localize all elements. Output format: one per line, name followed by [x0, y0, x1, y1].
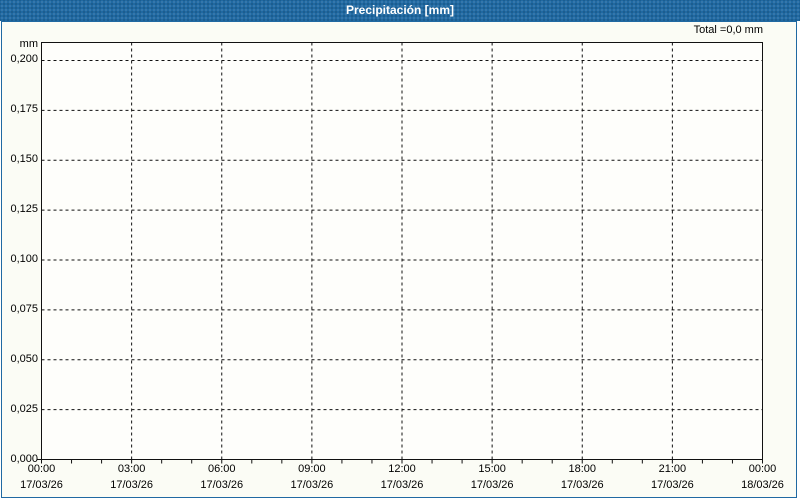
y-tick-label: 0,100 — [10, 252, 38, 265]
x-tick-date-label: 17/03/26 — [200, 479, 244, 491]
chart-content-area — [1, 21, 797, 498]
x-tick-time-label: 09:00 — [298, 463, 326, 475]
y-tick-label: 0,050 — [10, 352, 38, 365]
x-tick-date-label: 17/03/26 — [110, 479, 154, 491]
x-tick-time-label: 12:00 — [388, 463, 416, 475]
y-tick-label: 0,075 — [10, 302, 38, 315]
x-tick-time-label: 18:00 — [568, 463, 597, 475]
x-tick-date-label: 17/03/26 — [470, 479, 514, 491]
y-tick-label: 0,200 — [10, 53, 38, 66]
y-tick-label: 0,025 — [10, 402, 38, 415]
x-tick-date-label: 17/03/26 — [20, 479, 63, 491]
y-tick-label: 0,175 — [10, 103, 38, 116]
total-value-label: Total =0,0 mm — [693, 24, 763, 36]
y-axis-unit-label: mm — [19, 38, 38, 50]
x-tick-time-label: 15:00 — [478, 463, 506, 475]
x-tick-date-label: 17/03/26 — [290, 479, 334, 491]
y-tick-label: 0,150 — [10, 153, 38, 166]
x-tick-time-label: 00:00 — [27, 463, 56, 475]
y-tick-label: 0,125 — [10, 203, 38, 216]
x-tick-date-label: 17/03/26 — [380, 479, 424, 491]
x-tick-time-label: 21:00 — [658, 463, 687, 475]
window-title-bar: Precipitación [mm] — [0, 0, 800, 21]
x-tick-time-label: 00:00 — [748, 463, 777, 475]
page-title: Precipitación [mm] — [345, 3, 455, 17]
x-tick-time-label: 03:00 — [117, 463, 146, 475]
x-tick-date-label: 17/03/26 — [560, 479, 604, 491]
chart-window: Precipitación [mm] Total =0,0 mm mm 0,20… — [0, 0, 800, 500]
x-tick-time-label: 06:00 — [207, 463, 236, 475]
x-tick-date-label: 18/03/26 — [741, 479, 784, 491]
x-tick-date-label: 17/03/26 — [650, 479, 694, 491]
